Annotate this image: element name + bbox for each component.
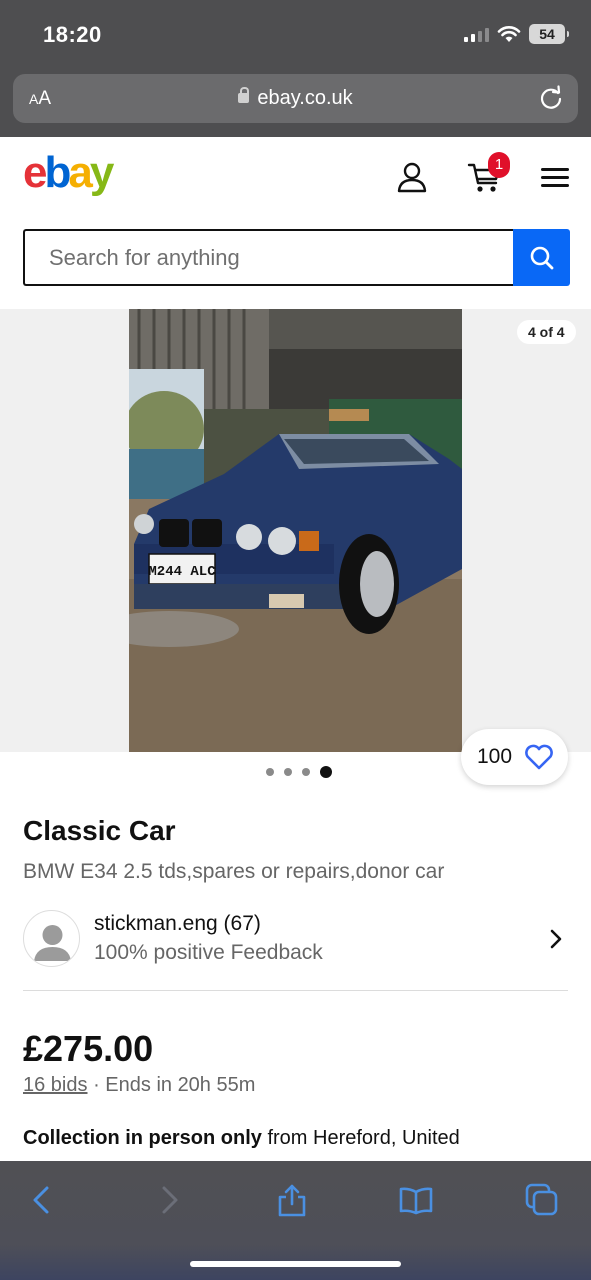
car-photo-illustration: M244 ALC <box>129 309 462 752</box>
url-text: ebay.co.uk <box>257 87 353 109</box>
reload-icon[interactable] <box>538 85 564 111</box>
listing-subtitle: BMW E34 2.5 tds,spares or repairs,donor … <box>23 860 445 883</box>
separator: · <box>93 1074 100 1096</box>
search-icon <box>530 246 553 269</box>
number-plate-text: M244 ALC <box>148 564 216 580</box>
share-icon[interactable] <box>275 1183 309 1217</box>
wifi-icon <box>497 26 521 42</box>
search-button[interactable] <box>513 229 570 286</box>
back-icon[interactable] <box>25 1183 59 1217</box>
hamburger-menu-icon[interactable] <box>541 168 569 188</box>
status-icons: 54 <box>464 24 569 44</box>
cellular-signal-icon <box>464 26 489 42</box>
listing-photo[interactable]: M244 ALC <box>129 309 462 752</box>
gallery-pagination-dots <box>0 766 591 778</box>
pagination-dot[interactable] <box>302 768 310 776</box>
cart-count-badge: 1 <box>488 152 510 178</box>
account-icon[interactable] <box>396 161 428 193</box>
lock-icon <box>238 87 250 103</box>
collection-info: Collection in person only from Hereford,… <box>23 1127 460 1150</box>
safari-toolbar <box>0 1161 591 1280</box>
seller-avatar <box>23 910 80 967</box>
collection-location: from Hereford, United <box>267 1127 460 1149</box>
home-indicator <box>190 1261 401 1267</box>
search-box <box>23 229 513 286</box>
browser-top-chrome: 18:20 54 AA ebay.co.uk <box>0 0 591 137</box>
image-gallery[interactable]: M244 ALC 4 of 4 <box>0 309 591 752</box>
ebay-logo[interactable]: ebay <box>23 151 114 195</box>
current-price: £275.00 <box>23 1028 154 1069</box>
bids-link[interactable]: 16 bids <box>23 1074 88 1096</box>
url-field[interactable]: ebay.co.uk <box>13 87 578 110</box>
photo-counter: 4 of 4 <box>517 320 576 344</box>
ebay-header: ebay 1 <box>0 137 591 309</box>
chevron-right-icon <box>550 929 562 949</box>
pagination-dot[interactable] <box>284 768 292 776</box>
time-left: Ends in 20h 55m <box>105 1074 256 1096</box>
address-bar[interactable]: AA ebay.co.uk <box>13 74 578 123</box>
divider <box>23 990 568 991</box>
seller-feedback: 100% positive Feedback <box>94 941 323 964</box>
battery-indicator: 54 <box>529 24 569 44</box>
listing-title: Classic Car <box>23 815 176 846</box>
pagination-dot-active[interactable] <box>320 766 332 778</box>
pagination-dot[interactable] <box>266 768 274 776</box>
bookmarks-icon[interactable] <box>399 1183 433 1217</box>
forward-icon[interactable] <box>152 1183 186 1217</box>
status-time: 18:20 <box>43 22 102 47</box>
seller-info-row[interactable]: stickman.eng (67) 100% positive Feedback <box>23 909 568 969</box>
tabs-icon[interactable] <box>525 1183 559 1217</box>
collection-bold: Collection in person only <box>23 1127 262 1149</box>
seller-name: stickman.eng (67) <box>94 912 261 935</box>
search-input[interactable] <box>25 231 513 284</box>
bids-and-time: 16 bids · Ends in 20h 55m <box>23 1074 255 1097</box>
